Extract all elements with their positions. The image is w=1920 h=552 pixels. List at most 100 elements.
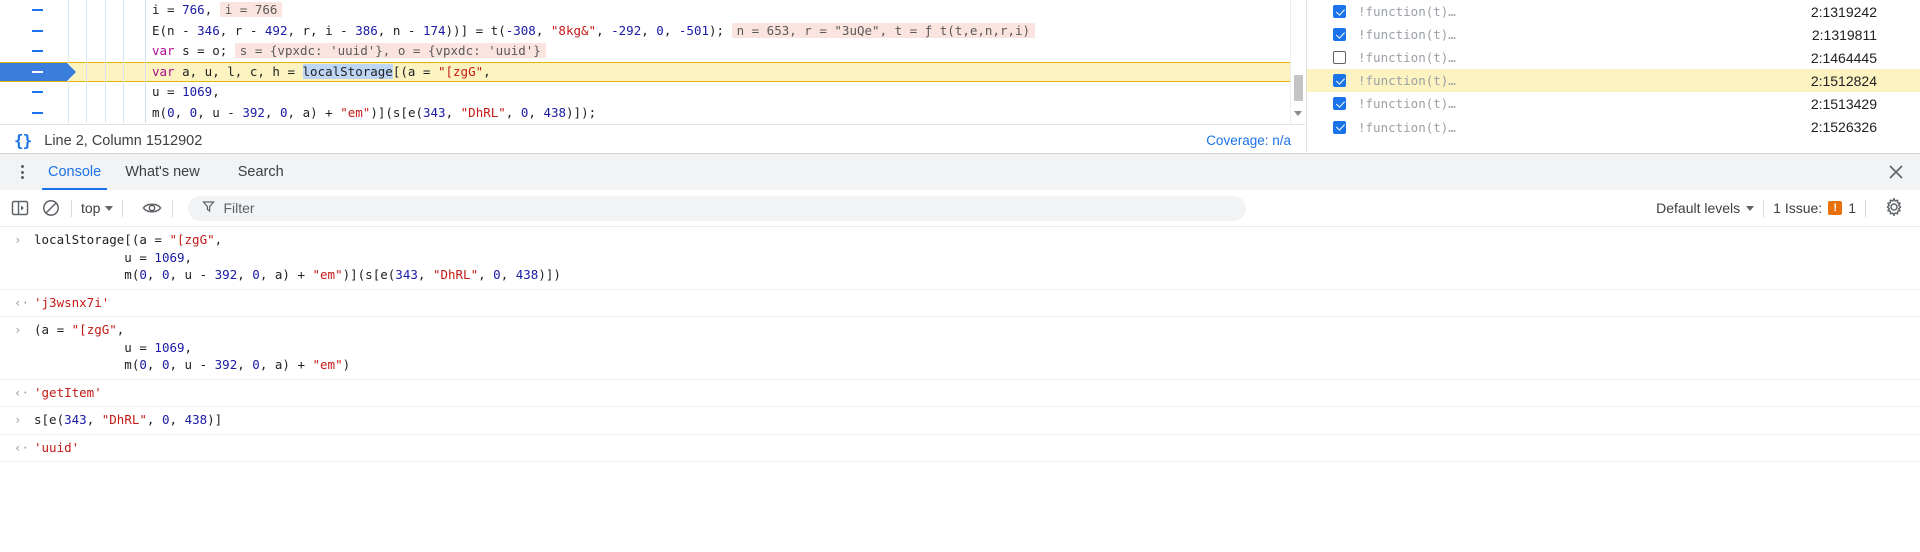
code-text: ,: [174, 104, 190, 120]
code-text: )]);: [566, 104, 597, 120]
console-return-icon: ‹·: [14, 294, 30, 310]
console-message-list[interactable]: › localStorage[(a = "[zgG", u = 1069, m(0…: [0, 227, 1920, 462]
breakpoint-checkbox[interactable]: [1333, 74, 1346, 88]
code-text: ,: [212, 84, 220, 99]
issues-label: 1 Issue:: [1773, 200, 1823, 216]
editor-gutter[interactable]: [0, 0, 152, 21]
live-expression-eye-icon[interactable]: [141, 197, 163, 219]
editor-gutter[interactable]: [0, 41, 152, 62]
code-text: ,: [505, 104, 521, 120]
breakpoint-row[interactable]: !function(t)… 2:1512824: [1307, 69, 1920, 93]
console-filter-input[interactable]: Filter: [188, 195, 1247, 221]
code-text: s[e(: [34, 412, 65, 427]
gutter-column-separator: [123, 41, 124, 62]
toolbar-divider: [1763, 199, 1765, 217]
breakpoint-checkbox[interactable]: [1333, 120, 1346, 134]
close-drawer-icon[interactable]: [1886, 162, 1906, 182]
code-text: m(: [34, 267, 140, 282]
pretty-print-icon[interactable]: {}: [14, 131, 32, 150]
clear-console-icon[interactable]: [40, 197, 62, 219]
chevron-down-icon: [1746, 205, 1755, 211]
code-line-executing[interactable]: var a, u, l, c, h = localStorage[(a = "[…: [0, 61, 1305, 83]
gutter-column-separator: [105, 61, 106, 82]
code-number: 492: [264, 22, 288, 38]
code-number: 392: [214, 357, 238, 372]
coverage-label[interactable]: Coverage: n/a: [1206, 133, 1291, 148]
code-line-text: var a, u, l, c, h = localStorage[(a = "[…: [152, 62, 491, 83]
code-line[interactable]: E(n - 346, r - 492, r, i - 386, n - 174)…: [0, 20, 1305, 41]
drawer-tab-search[interactable]: Search: [226, 154, 296, 190]
more-tools-kebab-icon[interactable]: [8, 165, 36, 179]
breakpoint-row[interactable]: !function(t)… 2:1526326: [1307, 115, 1920, 138]
breakpoint-row-inner: !function(t)… 2:1512824: [1333, 73, 1920, 89]
code-text: ,: [663, 22, 679, 38]
breakpoint-checkbox[interactable]: [1333, 5, 1346, 19]
editor-gutter[interactable]: [0, 82, 152, 103]
code-line[interactable]: var s = o; s = {vpxdc: 'uuid'}, o = {vpx…: [0, 41, 1305, 62]
code-line[interactable]: m(0, 0, u - 392, 0, a) + "em")](s[e(343,…: [0, 102, 1305, 123]
filter-placeholder-text: Filter: [223, 200, 255, 216]
code-line-text: u = 1069,: [152, 82, 220, 103]
code-string: "em": [340, 104, 371, 120]
console-input-message[interactable]: › (a = "[zgG", u = 1069, m(0, 0, u - 392,…: [0, 317, 1920, 380]
code-text: )](s[e(: [370, 104, 423, 120]
scrollbar-thumb[interactable]: [1294, 75, 1303, 101]
code-text: ,: [478, 267, 494, 282]
console-input-message[interactable]: › localStorage[(a = "[zgG", u = 1069, m(0…: [0, 227, 1920, 290]
code-text: ,: [417, 267, 433, 282]
sources-code-editor[interactable]: i = 766, i = 766 E(n - 346, r - 492, r, …: [0, 0, 1305, 124]
breakpoint-row-inner: !function(t)… 2:1319811: [1333, 27, 1920, 43]
code-line[interactable]: u = 1069,: [0, 82, 1305, 103]
gutter-column-separator: [123, 20, 124, 41]
code-number: 343: [395, 267, 418, 282]
code-number: -308: [505, 22, 536, 38]
console-output-message[interactable]: ‹·'j3wsnx7i': [0, 290, 1920, 317]
code-string: "DhRL": [460, 104, 506, 120]
editor-gutter[interactable]: [0, 102, 152, 123]
code-number: 343: [423, 104, 446, 120]
line-number-dash: [32, 50, 43, 52]
code-text: ,: [214, 232, 223, 247]
execution-context-selector[interactable]: top: [81, 200, 114, 216]
scroll-down-arrow-icon[interactable]: [1294, 111, 1302, 116]
execution-position-marker[interactable]: [0, 62, 76, 81]
console-output-message[interactable]: ‹·'getItem': [0, 380, 1920, 407]
log-levels-dropdown[interactable]: Default levels: [1656, 200, 1755, 216]
breakpoint-snippet-label: !function(t)…: [1358, 96, 1456, 112]
editor-gutter[interactable]: [0, 20, 152, 41]
inline-value-decoration: n = 653, r = "3uQe", t = ƒ t(t,e,n,r,i): [731, 22, 1036, 38]
code-text: E(n -: [152, 22, 198, 38]
breakpoint-row[interactable]: !function(t)… 2:1319811: [1307, 23, 1920, 46]
breakpoint-checkbox[interactable]: [1333, 97, 1346, 111]
settings-gear-icon[interactable]: [1884, 197, 1906, 219]
console-message-text: localStorage[(a = "[zgG", u = 1069, m(0,…: [34, 231, 1920, 284]
breakpoint-row[interactable]: !function(t)… 2:1513429: [1307, 92, 1920, 115]
drawer-tab-console[interactable]: Console: [36, 154, 113, 190]
breakpoint-row[interactable]: !function(t)… 2:1464445: [1307, 46, 1920, 69]
devtools-window: i = 766, i = 766 E(n - 346, r - 492, r, …: [0, 0, 1920, 552]
breakpoint-row[interactable]: !function(t)… 2:1319242: [1307, 0, 1920, 23]
sources-vertical-scrollbar[interactable]: [1290, 0, 1305, 124]
code-text: , u -: [169, 357, 215, 372]
console-input-message[interactable]: › s[e(343, "DhRL", 0, 438)]: [0, 407, 1920, 435]
breakpoints-list[interactable]: !function(t)… 2:1319242 !function(t)… 2:131…: [1306, 0, 1920, 152]
breakpoint-checkbox[interactable]: [1333, 28, 1346, 42]
code-line[interactable]: i = 766, i = 766: [0, 0, 1305, 21]
breakpoint-checkbox[interactable]: [1333, 51, 1346, 65]
code-number: 0: [656, 22, 664, 38]
drawer-tab-what-s-new[interactable]: What's new: [113, 154, 212, 190]
console-output-message[interactable]: ‹·'uuid': [0, 435, 1920, 462]
code-number: 1069: [154, 249, 185, 265]
code-string: "[zgG": [437, 63, 484, 79]
console-sidebar-toggle-icon[interactable]: [9, 197, 31, 219]
editor-gutter[interactable]: [0, 61, 152, 82]
gutter-column-separator: [86, 61, 87, 82]
issues-counter[interactable]: 1 Issue: ! 1: [1773, 200, 1856, 216]
code-text: , u -: [169, 267, 215, 282]
breakpoint-snippet-label: !function(t)…: [1358, 4, 1456, 20]
gutter-column-separator: [105, 82, 106, 103]
code-string: "[zgG": [71, 322, 117, 337]
code-lines-container[interactable]: i = 766, i = 766 E(n - 346, r - 492, r, …: [0, 0, 1305, 123]
code-text: , n -: [377, 22, 423, 38]
gutter-fold-separator: [145, 102, 146, 123]
